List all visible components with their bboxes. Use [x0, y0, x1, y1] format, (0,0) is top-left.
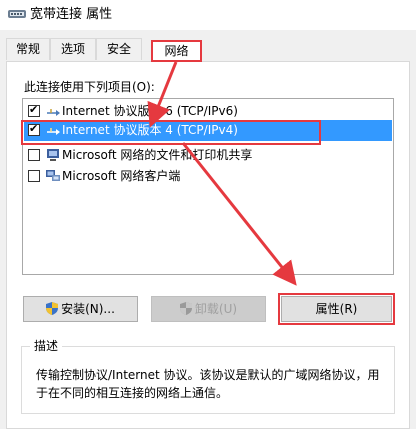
network-connection-icon	[8, 10, 26, 18]
list-item-label: Microsoft 网络客户端	[62, 169, 181, 183]
list-item-label: Internet 协议版本 6 (TCP/IPv6)	[62, 104, 238, 118]
description-title: 描述	[30, 338, 63, 354]
tab-general[interactable]: 常规	[6, 38, 50, 60]
title-bar: 宽带连接 属性	[0, 0, 416, 30]
list-item[interactable]: Microsoft 网络客户端	[24, 166, 392, 187]
annotation-highlight-properties	[278, 293, 395, 325]
uninstall-button-label: 卸载(U)	[194, 302, 238, 316]
install-button-label: 安装(N)...	[61, 302, 115, 316]
uninstall-button[interactable]: 卸载(U)	[151, 296, 266, 322]
checkbox[interactable]: ✔	[28, 103, 40, 117]
tab-security[interactable]: 安全	[96, 38, 142, 60]
check-icon: ✔	[29, 103, 39, 116]
network-service-icon	[47, 149, 59, 161]
shield-icon	[179, 302, 192, 315]
network-client-icon	[46, 170, 60, 181]
list-item-label: Microsoft 网络的文件和打印机共享	[62, 148, 253, 162]
checkbox[interactable]	[28, 149, 40, 161]
tab-options[interactable]: 选项	[50, 38, 96, 60]
list-item[interactable]: Microsoft 网络的文件和打印机共享	[24, 145, 392, 166]
list-item[interactable]: ✔ Internet 协议版本 6 (TCP/IPv6)	[24, 101, 392, 122]
checkbox[interactable]	[28, 170, 40, 182]
shield-icon	[46, 302, 59, 315]
items-label: 此连接使用下列项目(O):	[24, 80, 155, 94]
install-button[interactable]: 安装(N)...	[23, 296, 138, 322]
tab-strip: 常规 选项 安全	[0, 30, 416, 62]
tab-network[interactable]: 网络	[151, 40, 202, 62]
window-title: 宽带连接 属性	[30, 7, 113, 22]
protocol-icon	[47, 109, 60, 116]
description-text: 传输控制协议/Internet 协议。该协议是默认的广域网络协议，用于在不同的相…	[36, 368, 380, 400]
annotation-highlight-ipv4	[21, 120, 321, 145]
